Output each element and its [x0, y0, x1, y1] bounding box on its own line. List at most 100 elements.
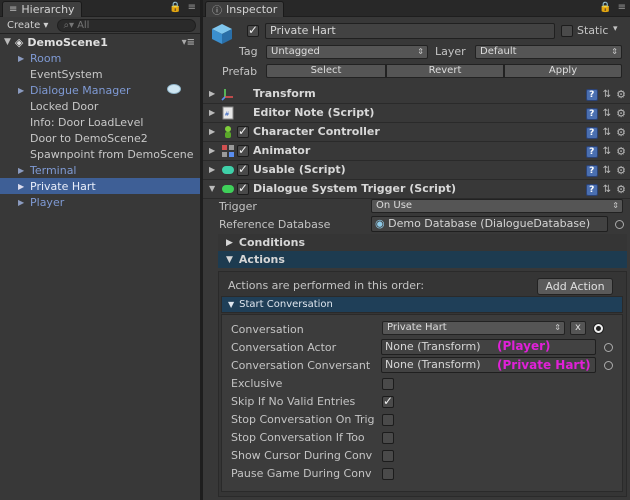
component-header[interactable]: ▶ Animator? ⇅ ⚙ [203, 142, 630, 161]
hierarchy-tab[interactable]: ≡ Hierarchy [2, 1, 82, 17]
layer-value: Default [480, 46, 517, 57]
clear-conversation-button[interactable]: x [570, 321, 586, 335]
preset-icon[interactable]: ⇅ [603, 89, 611, 100]
hierarchy-item-label: EventSystem [30, 67, 103, 81]
scene-row[interactable]: ▼ ◈ DemoScene1 ▾≡ [0, 34, 200, 50]
bool-field-checkbox[interactable] [382, 432, 394, 444]
component-header[interactable]: ▼ Dialogue System Trigger (Script)? ⇅ ⚙ [203, 180, 630, 199]
component-tools: ? ⇅ ⚙ [585, 88, 626, 101]
gear-icon[interactable]: ⚙ [616, 107, 626, 120]
bool-field-checkbox[interactable] [382, 468, 394, 480]
component-enabled-checkbox[interactable] [237, 124, 249, 138]
menu-icon[interactable]: ≡ [618, 2, 626, 13]
hierarchy-icon: ≡ [9, 4, 18, 15]
preset-icon[interactable]: ⇅ [603, 165, 611, 176]
actor-field[interactable]: None (Transform) [381, 339, 596, 355]
component-enabled-checkbox[interactable] [237, 162, 249, 176]
component-enabled-checkbox[interactable] [237, 181, 249, 195]
conversation-dropdown[interactable]: Private Hart ⇕ [382, 321, 565, 335]
prefab-revert-button[interactable]: Revert [386, 64, 504, 78]
lock-icon[interactable]: 🔒 [599, 2, 611, 13]
scene-menu-icon[interactable]: ▾≡ [182, 37, 195, 48]
object-picker-icon[interactable] [615, 220, 624, 229]
inspector-tabbar: ⓘ Inspector 🔒 ≡ [203, 0, 630, 17]
inspector-tab[interactable]: ⓘ Inspector [205, 1, 285, 17]
hierarchy-item[interactable]: ▶ Private Hart [0, 178, 200, 194]
foldout-collapsed-icon[interactable]: ▶ [209, 165, 215, 174]
object-picker-icon[interactable] [604, 361, 613, 370]
preset-icon[interactable]: ⇅ [603, 108, 611, 119]
hierarchy-list: ▶ Room EventSystem ▶ Dialogue Manager Locked … [0, 50, 200, 210]
hierarchy-item[interactable]: Door to DemoScene2 [0, 130, 200, 146]
foldout-collapsed-icon[interactable]: ▶ [209, 108, 215, 117]
dropdown-arrow-icon: ⇕ [554, 323, 561, 332]
component-header[interactable]: ▶ Character Controller? ⇅ ⚙ [203, 123, 630, 142]
expand-arrow-icon[interactable]: ▶ [18, 54, 26, 63]
component-tools: ? ⇅ ⚙ [585, 107, 626, 120]
help-icon[interactable]: ? [585, 126, 598, 139]
gear-icon[interactable]: ⚙ [616, 164, 626, 177]
expand-arrow-icon[interactable]: ▶ [18, 182, 26, 191]
search-input[interactable] [77, 19, 190, 31]
gear-icon[interactable]: ⚙ [616, 126, 626, 139]
component-header[interactable]: ▶ Transform? ⇅ ⚙ [203, 85, 630, 104]
bool-field-label: Show Cursor During Conv [231, 449, 373, 462]
hierarchy-panel: ≡ Hierarchy 🔒 ≡ Create ▾ ⌕▾ ▼ ◈ DemoScen… [0, 0, 200, 500]
bool-field-checkbox[interactable] [382, 394, 394, 408]
help-icon[interactable]: ? [585, 183, 598, 196]
gear-icon[interactable]: ⚙ [616, 183, 626, 196]
expand-arrow-icon[interactable]: ▶ [18, 86, 26, 95]
hierarchy-item[interactable]: ▶ Player [0, 194, 200, 210]
create-button[interactable]: Create ▾ [4, 20, 51, 31]
prefab-apply-button[interactable]: Apply [504, 64, 622, 78]
expand-triangle-icon[interactable]: ▼ [4, 37, 11, 47]
help-icon[interactable]: ? [585, 164, 598, 177]
conversation-picker-icon[interactable] [593, 323, 604, 334]
preset-icon[interactable]: ⇅ [603, 184, 611, 195]
component-header[interactable]: ▶ Usable (Script)? ⇅ ⚙ [203, 161, 630, 180]
preset-icon[interactable]: ⇅ [603, 127, 611, 138]
gear-icon[interactable]: ⚙ [616, 145, 626, 158]
trigger-dropdown[interactable]: On Use ⇕ [371, 199, 623, 213]
help-icon[interactable]: ? [585, 145, 598, 158]
foldout-collapsed-icon[interactable]: ▶ [209, 89, 215, 98]
refdb-value: Demo Database (DialogueDatabase) [388, 217, 591, 230]
bool-field-checkbox[interactable] [382, 378, 394, 390]
hierarchy-item[interactable]: EventSystem [0, 66, 200, 82]
hierarchy-item[interactable]: ▶ Room [0, 50, 200, 66]
prefab-select-button[interactable]: Select [266, 64, 386, 78]
refdb-field[interactable]: ◉ Demo Database (DialogueDatabase) [371, 216, 608, 232]
help-icon[interactable]: ? [585, 107, 598, 120]
gear-icon[interactable]: ⚙ [616, 88, 626, 101]
layer-dropdown[interactable]: Default ⇕ [475, 45, 622, 59]
hierarchy-item[interactable]: Locked Door [0, 98, 200, 114]
conditions-foldout[interactable]: ▶ Conditions [218, 234, 627, 251]
expand-arrow-icon[interactable]: ▶ [18, 166, 26, 175]
object-name-field[interactable]: Private Hart [265, 23, 555, 39]
hierarchy-item[interactable]: Spawnpoint from DemoScene [0, 146, 200, 162]
component-header[interactable]: ▶ # Editor Note (Script)? ⇅ ⚙ [203, 104, 630, 123]
hierarchy-search[interactable]: ⌕▾ [57, 18, 196, 32]
static-dropdown-icon[interactable]: ▾ [613, 24, 618, 34]
expand-arrow-icon[interactable]: ▶ [18, 198, 26, 207]
foldout-collapsed-icon[interactable]: ▶ [209, 127, 215, 136]
lock-icon[interactable]: 🔒 [169, 2, 181, 13]
bool-field-checkbox[interactable] [382, 414, 394, 426]
component-enabled-checkbox[interactable] [237, 143, 249, 157]
hierarchy-item[interactable]: ▶ Terminal [0, 162, 200, 178]
foldout-collapsed-icon[interactable]: ▶ [209, 146, 215, 155]
add-action-button[interactable]: Add Action [537, 278, 613, 295]
menu-icon[interactable]: ≡ [188, 2, 196, 13]
help-icon[interactable]: ? [585, 88, 598, 101]
tag-dropdown[interactable]: Untagged ⇕ [266, 45, 428, 59]
static-checkbox[interactable] [561, 25, 573, 37]
bool-field-checkbox[interactable] [382, 450, 394, 462]
active-checkbox[interactable] [247, 23, 259, 37]
start-conversation-foldout[interactable]: ▼ Start Conversation [221, 296, 623, 313]
hierarchy-item[interactable]: ▶ Dialogue Manager [0, 82, 200, 98]
object-picker-icon[interactable] [604, 343, 613, 352]
foldout-expanded-icon[interactable]: ▼ [209, 184, 215, 193]
hierarchy-item[interactable]: Info: Door LoadLevel [0, 114, 200, 130]
preset-icon[interactable]: ⇅ [603, 146, 611, 157]
actions-foldout[interactable]: ▼ Actions [218, 251, 627, 268]
